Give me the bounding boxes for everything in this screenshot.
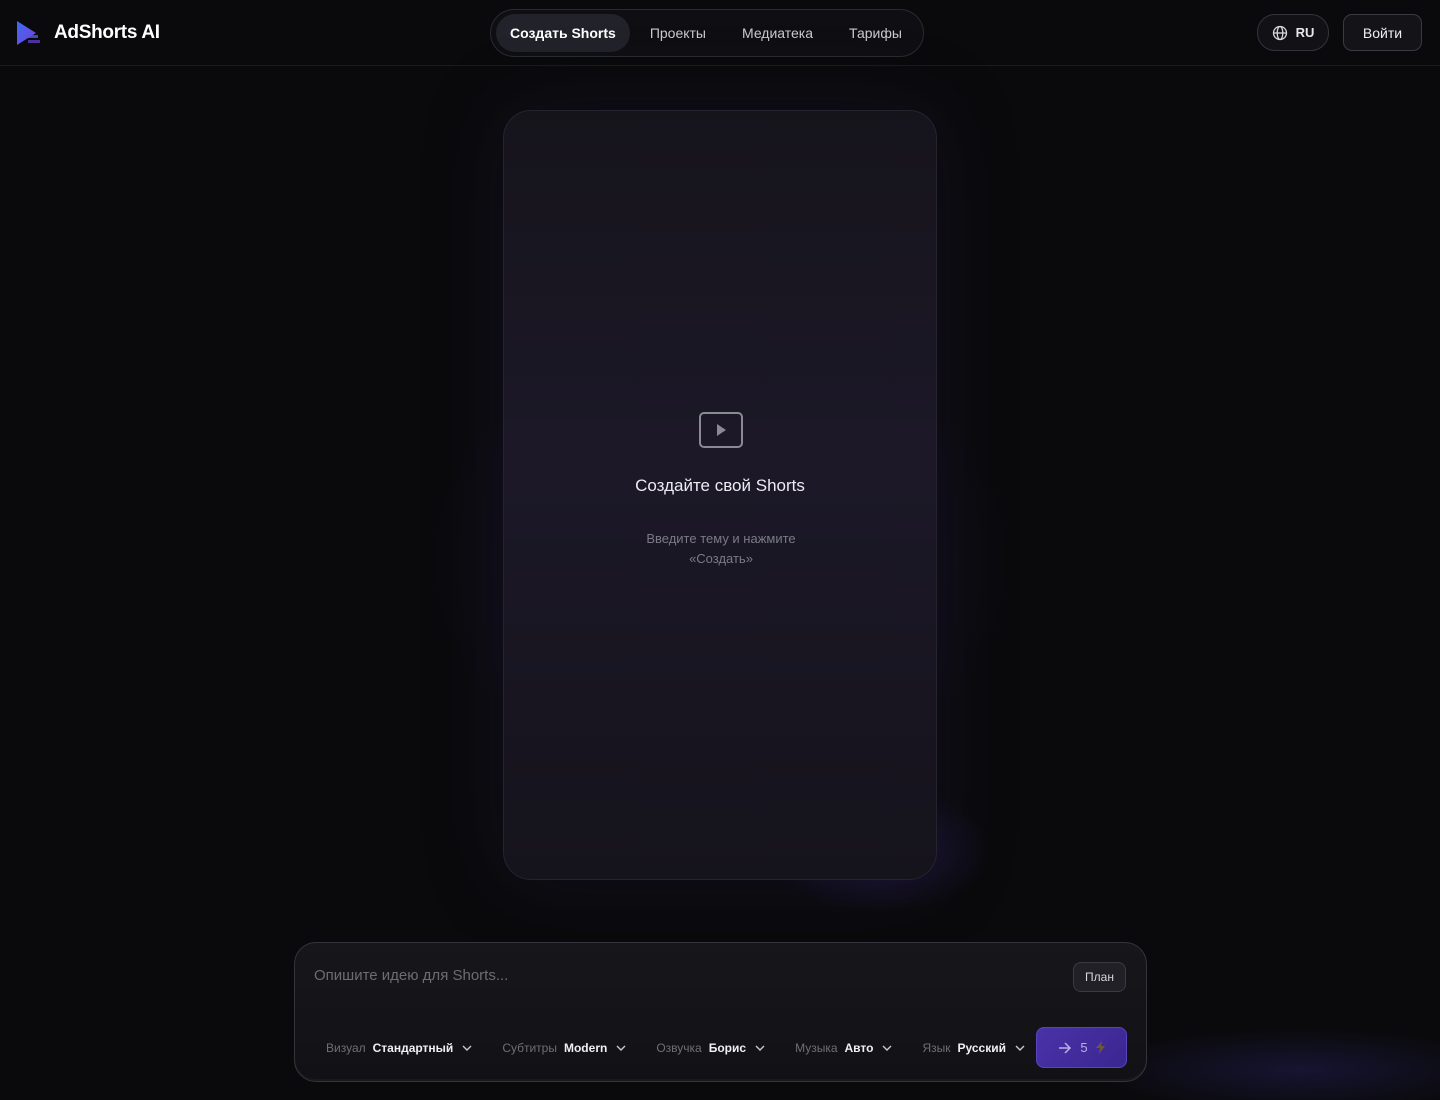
lightning-icon — [1095, 1041, 1105, 1054]
music-value: Авто — [844, 1041, 874, 1055]
subtitles-label: Субтитры — [502, 1041, 557, 1055]
nav-item-media-library[interactable]: Медиатека — [726, 14, 829, 52]
music-label: Музыка — [795, 1041, 838, 1055]
globe-icon — [1272, 25, 1287, 40]
voice-value: Борис — [708, 1041, 747, 1055]
video-preview-card: Создайте свой Shorts Введите тему и нажм… — [503, 110, 937, 880]
chevron-down-icon — [882, 1045, 892, 1051]
create-button[interactable]: 5 — [1036, 1027, 1127, 1068]
play-icon — [699, 412, 743, 448]
visual-dropdown[interactable]: Визуал Стандартный — [326, 1038, 472, 1058]
preview-subtitle: Введите тему и нажмите «Создать» — [646, 531, 796, 566]
nav-item-pricing[interactable]: Тарифы — [833, 14, 918, 52]
language-label: RU — [1295, 25, 1315, 40]
logo[interactable]: AdShorts AI — [14, 18, 160, 48]
visual-label: Визуал — [326, 1041, 366, 1055]
chevron-down-icon — [462, 1045, 472, 1051]
voice-label: Озвучка — [656, 1041, 702, 1055]
chevron-down-icon — [755, 1045, 765, 1051]
chevron-down-icon — [1015, 1045, 1025, 1051]
idea-input[interactable] — [314, 963, 1054, 987]
main-nav: Создать Shorts Проекты Медиатека Тарифы — [490, 9, 924, 57]
arrow-right-icon — [1059, 1041, 1072, 1054]
music-dropdown[interactable]: Музыка Авто — [795, 1038, 892, 1058]
prompt-panel: План Визуал Стандартный Субтитры Modern … — [294, 942, 1147, 1082]
login-button[interactable]: Войти — [1343, 14, 1422, 51]
logo-icon — [17, 21, 40, 45]
preview-title: Создайте свой Shorts — [635, 476, 805, 495]
chevron-down-icon — [616, 1045, 626, 1051]
logo-text: AdShorts AI — [54, 22, 160, 43]
language-option-value: Русский — [957, 1041, 1007, 1055]
voice-dropdown[interactable]: Озвучка Борис — [656, 1038, 765, 1058]
generation-options: Визуал Стандартный Субтитры Modern Озвуч… — [326, 1038, 1055, 1058]
visual-value: Стандартный — [372, 1041, 454, 1055]
nav-item-create-shorts[interactable]: Создать Shorts — [496, 14, 630, 52]
language-dropdown[interactable]: Язык Русский — [922, 1038, 1025, 1058]
subtitles-value: Modern — [563, 1041, 608, 1055]
plan-button[interactable]: План — [1073, 962, 1126, 992]
language-option-label: Язык — [922, 1041, 951, 1055]
credit-cost: 5 — [1080, 1040, 1088, 1055]
nav-item-projects[interactable]: Проекты — [634, 14, 722, 52]
language-button[interactable]: RU — [1257, 14, 1329, 51]
top-header: AdShorts AI Создать Shorts Проекты Медиа… — [0, 0, 1440, 66]
subtitles-dropdown[interactable]: Субтитры Modern — [502, 1038, 626, 1058]
